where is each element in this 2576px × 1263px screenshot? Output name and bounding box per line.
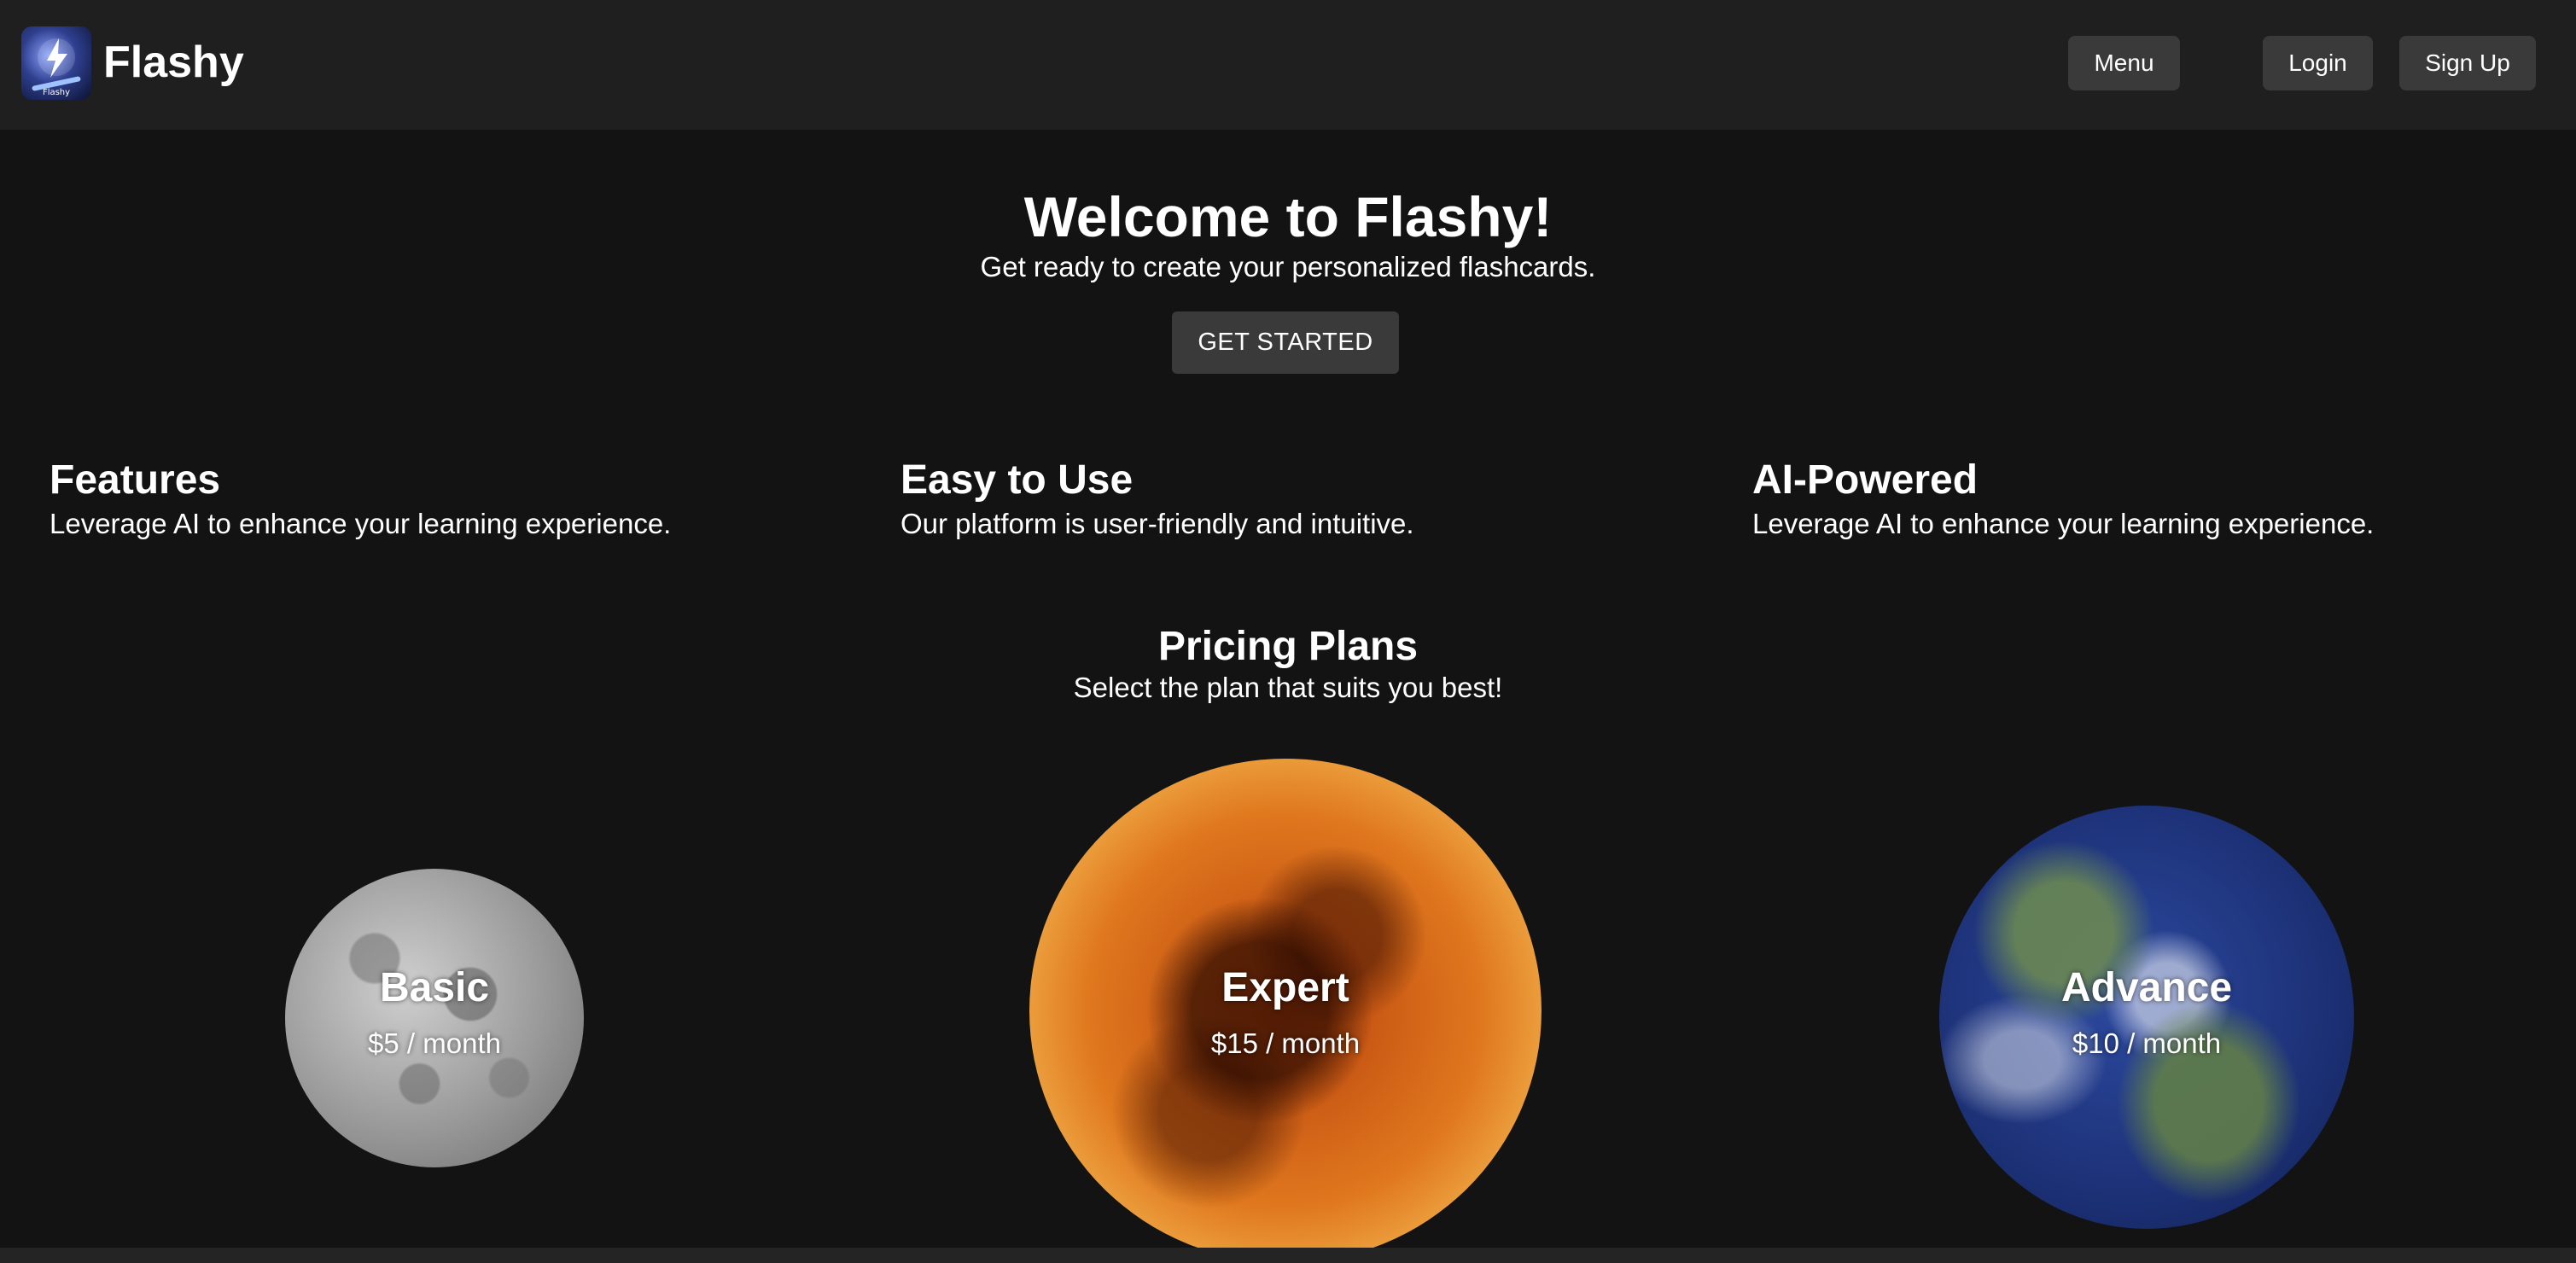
plan-price: $15 / month (1210, 1027, 1361, 1059)
feature-description: Our platform is user-friendly and intuit… (900, 508, 1414, 539)
brand-name[interactable]: Flashy (103, 34, 244, 90)
feature-description: Leverage AI to enhance your learning exp… (1752, 508, 2375, 539)
plan-basic-moon[interactable]: Basic $5 / month (285, 869, 584, 1167)
feature-title: AI-Powered (1752, 457, 1979, 503)
plan-name: Advance (2060, 965, 2233, 1010)
plan-name: Basic (379, 965, 490, 1010)
pricing-subtitle: Select the plan that suits you best! (1073, 672, 1503, 703)
navbar: Flashy Flashy Menu Login Sign Up (0, 0, 2576, 130)
login-button[interactable]: Login (2263, 36, 2373, 90)
feature-title: Features (50, 457, 221, 503)
plan-expert-sun[interactable]: Expert $15 / month (1029, 759, 1542, 1263)
logo-text: Flashy (43, 88, 70, 97)
feature-title: Easy to Use (900, 457, 1134, 503)
plan-price: $10 / month (2072, 1027, 2222, 1059)
plan-advance-earth[interactable]: Advance $10 / month (1939, 806, 2354, 1229)
signup-button[interactable]: Sign Up (2399, 36, 2536, 90)
feature-card-ai-powered: AI-Powered Leverage AI to enhance your l… (1752, 456, 2521, 543)
feature-description: Leverage AI to enhance your learning exp… (50, 508, 672, 539)
hero-subtitle: Get ready to create your personalized fl… (980, 251, 1596, 282)
get-started-button[interactable]: GET STARTED (1172, 311, 1399, 374)
menu-button[interactable]: Menu (2068, 36, 2180, 90)
logo-graphic: Flashy (32, 38, 81, 97)
plan-price: $5 / month (368, 1027, 501, 1059)
plan-name: Expert (1221, 965, 1349, 1010)
feature-card-features: Features Leverage AI to enhance your lea… (50, 456, 818, 543)
bottom-scrollbar[interactable] (0, 1248, 2576, 1263)
pricing-title: Pricing Plans (1157, 624, 1419, 669)
flashy-logo-icon[interactable]: Flashy (21, 26, 91, 100)
hero-title: Welcome to Flashy! (1023, 185, 1553, 248)
feature-card-easy-to-use: Easy to Use Our platform is user-friendl… (900, 456, 1669, 543)
